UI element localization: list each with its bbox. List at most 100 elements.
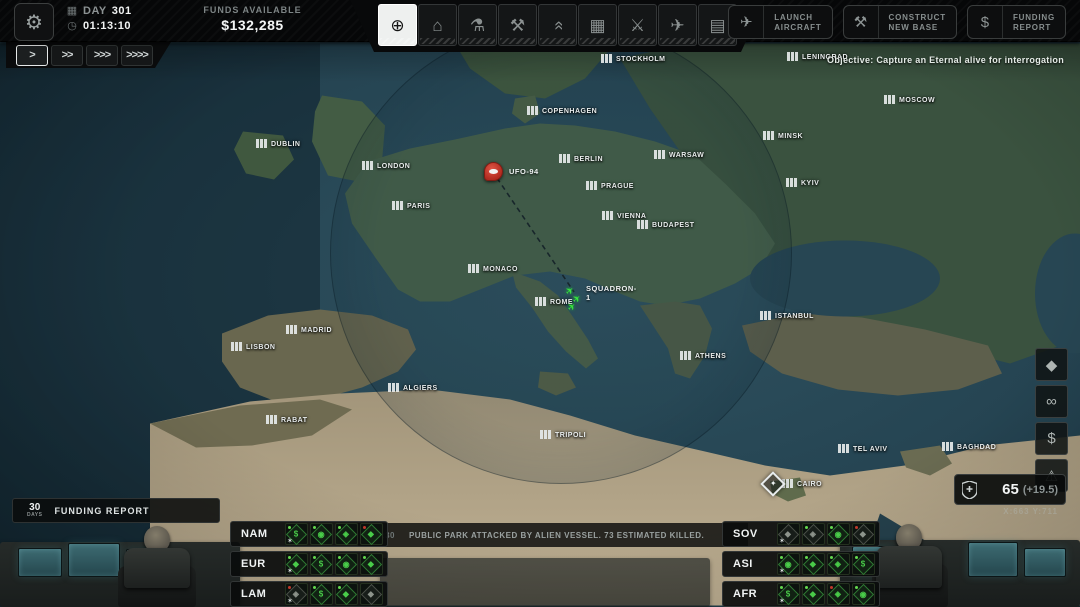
status-dot	[805, 526, 808, 529]
city-icon	[256, 139, 267, 148]
region-row-lam[interactable]: LAM ◈ ✶ $ ◆ ◆	[230, 581, 388, 607]
city-icon	[527, 106, 538, 115]
city-marker: TRIPOLI	[540, 430, 586, 439]
city-marker: CAIRO	[782, 479, 822, 488]
nav-aircraft[interactable]: ✈	[658, 4, 697, 46]
region-status-tiles: ◆ ✶ ◈ ◉ ◆	[777, 523, 875, 545]
region-row-asi[interactable]: ASI ◉ ✶ ◆ ◈ $	[722, 551, 880, 577]
city-label: RABAT	[281, 417, 308, 424]
ufo-label: UFO-94	[509, 167, 539, 176]
status-dot	[830, 526, 833, 529]
status-glyph: ◆	[785, 529, 792, 538]
nav-stores[interactable]: ▦	[578, 4, 617, 46]
clock-value: 01:13:10	[83, 19, 132, 32]
nav-soldiers[interactable]: »	[538, 4, 577, 46]
status-glyph: ◆	[368, 559, 375, 568]
region-row-eur[interactable]: EUR ◆ ✶ $ ◉ ◆	[230, 551, 388, 577]
city-icon	[286, 325, 297, 334]
region-row-nam[interactable]: NAM $ ✶ ◉ ◈ ◆	[230, 521, 388, 547]
city-marker: BERLIN	[559, 154, 603, 163]
city-marker: VIENNA	[602, 211, 646, 220]
status-glyph: $	[319, 558, 324, 568]
city-marker: RABAT	[266, 415, 307, 424]
star-badge: ✶	[287, 598, 293, 605]
city-label: BAGHDAD	[957, 444, 997, 451]
region-status-icon: ◆	[360, 523, 383, 545]
launch-aircraft-button[interactable]: ✈ LAUNCH AIRCRAFT	[728, 5, 833, 39]
city-icon	[654, 150, 665, 159]
region-code-label: AFR	[733, 588, 758, 600]
funding-report-bar[interactable]: 30 DAYS FUNDING REPORT	[12, 498, 220, 523]
speed-1-button[interactable]: >	[16, 45, 48, 66]
top-bar: ⚙ ▦ DAY 301 ◷ 01:13:10 FUNDS AVAILABLE $…	[0, 0, 1080, 42]
status-dot	[288, 556, 291, 559]
settings-button[interactable]: ⚙	[14, 3, 54, 41]
hatch-decoration	[500, 38, 535, 44]
recon-filter-button[interactable]: ∞	[1035, 385, 1068, 418]
city-icon	[760, 311, 771, 320]
region-status-icon: $	[310, 553, 333, 575]
status-dot	[288, 586, 291, 589]
city-icon	[388, 383, 399, 392]
xenonaut-base-marker[interactable]: ✦	[760, 471, 786, 497]
region-row-sov[interactable]: SOV ◆ ✶ ◈ ◉ ◆	[722, 521, 880, 547]
base-icon: ⌂	[432, 15, 443, 35]
region-status-tiles: $ ✶ ◆ ◈ ◉	[777, 583, 875, 605]
nav-research[interactable]: ⚗	[458, 4, 497, 46]
region-status-icon: ◆	[360, 583, 383, 605]
base-star-icon: ✦	[769, 478, 777, 488]
status-glyph: ◉	[318, 528, 325, 538]
city-icon	[884, 95, 895, 104]
nav-geoscape[interactable]: ⊕	[378, 4, 417, 46]
region-status-icon: ◉	[335, 553, 358, 575]
construct-new-base-button[interactable]: ⚒ CONSTRUCT NEW BASE	[842, 5, 957, 39]
city-label: PRAGUE	[601, 183, 634, 190]
hatch-decoration	[380, 38, 415, 44]
score-value: 65	[1002, 481, 1019, 498]
city-marker: LISBON	[231, 342, 275, 351]
construct-new-base-icon: ⚒	[844, 6, 879, 38]
main-nav-strip: ⊕ ⌂ ⚗ ⚒» ▦ ⚔ ✈ ▤	[350, 0, 765, 52]
label-line: FUNDING	[1012, 12, 1055, 22]
city-marker: MONACO	[468, 264, 518, 273]
console-screen	[18, 548, 62, 577]
city-marker: DUBLIN	[256, 139, 300, 148]
status-glyph: ◆	[860, 529, 867, 538]
speed-3-button[interactable]: >>>	[86, 45, 118, 66]
speed-4-button[interactable]: >>>>	[121, 45, 153, 66]
region-status-tiles: ◆ ✶ $ ◉ ◆	[285, 553, 383, 575]
nav-engineering[interactable]: ⚒	[498, 4, 537, 46]
funds-filter-button[interactable]: $	[1035, 422, 1068, 455]
region-status-left: NAM $ ✶ ◉ ◈ ◆ EUR ◆ ✶ $ ◉ ◆ LAM ◈ ✶ $ ◆ ◆	[230, 521, 388, 607]
resources-filter-icon: ◆	[1045, 356, 1058, 374]
city-icon	[559, 154, 570, 163]
city-icon	[786, 178, 797, 187]
region-status-icon: $ ✶	[285, 523, 308, 545]
city-label: BERLIN	[574, 156, 604, 163]
status-dot	[313, 586, 316, 589]
resources-filter-button[interactable]: ◆	[1035, 348, 1068, 381]
nav-base[interactable]: ⌂	[418, 4, 457, 46]
region-status-icon: ◉	[852, 583, 875, 605]
ticker-text: PUBLIC PARK ATTACKED BY ALIEN VESSEL. 73…	[408, 530, 705, 540]
city-icon	[763, 131, 774, 140]
hatch-decoration	[620, 38, 655, 44]
base-diamond-icon: ✦	[760, 471, 786, 497]
region-row-afr[interactable]: AFR $ ✶ ◆ ◈ ◉	[722, 581, 880, 607]
city-icon	[637, 220, 648, 229]
map-filter-stack: ◆∞$⚠	[1035, 348, 1068, 492]
city-label: STOCKHOLM	[616, 56, 666, 63]
clock-icon: ◷	[67, 20, 77, 32]
region-status-icon: ◈	[827, 553, 850, 575]
status-dot	[338, 556, 341, 559]
region-status-icon: $ ✶	[777, 583, 800, 605]
region-status-icon: ◆	[802, 553, 825, 575]
status-glyph: ◉	[860, 588, 867, 598]
ufo-marker[interactable]: UFO-94	[484, 162, 539, 181]
nav-armory[interactable]: ⚔	[618, 4, 657, 46]
status-glyph: ◉	[835, 528, 842, 538]
region-status-icon: $	[852, 553, 875, 575]
funding-report-button[interactable]: $ FUNDING REPORT	[966, 5, 1066, 39]
speed-2-button[interactable]: >>	[51, 45, 83, 66]
operator-body-right	[876, 546, 942, 588]
